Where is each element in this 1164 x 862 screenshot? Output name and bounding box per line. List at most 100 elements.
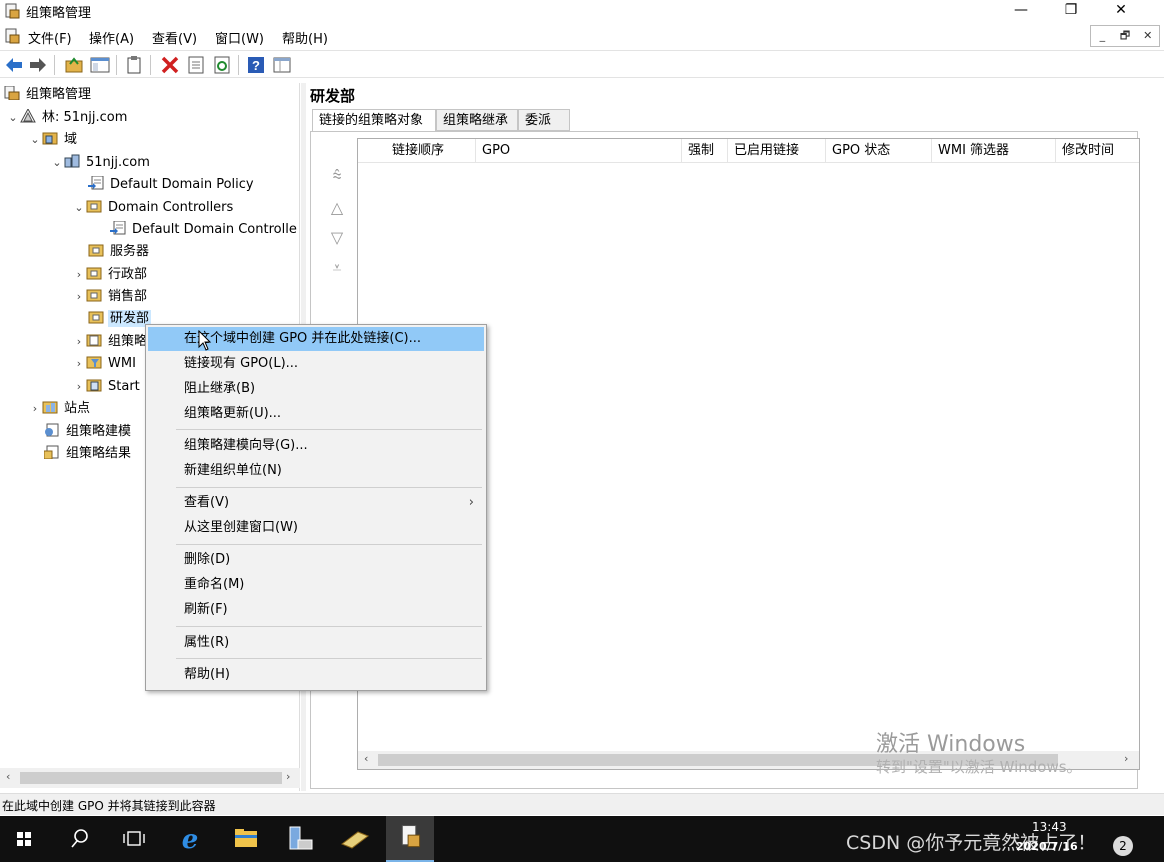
- collapsed-chevron-icon[interactable]: ›: [72, 264, 86, 286]
- gpmc-taskbar-icon[interactable]: [386, 816, 434, 862]
- system-menu-icon[interactable]: [4, 28, 20, 44]
- menu-gp-update[interactable]: 组策略更新(U)...: [148, 402, 484, 426]
- menu-separator: [176, 658, 482, 659]
- menu-new-window-from-here[interactable]: 从这里创建窗口(W): [148, 516, 484, 540]
- expanded-chevron-icon[interactable]: ⌄: [28, 129, 42, 151]
- collapsed-chevron-icon[interactable]: ›: [72, 376, 86, 398]
- menu-file[interactable]: 文件(F): [28, 28, 72, 47]
- menu-new-ou[interactable]: 新建组织单位(N): [148, 459, 484, 483]
- forward-arrow-icon[interactable]: [28, 55, 48, 75]
- tab-gp-inheritance[interactable]: 组策略继承: [436, 109, 518, 131]
- menu-modeling-wizard[interactable]: 组策略建模向导(G)...: [148, 434, 484, 458]
- menu-view[interactable]: 查看(V): [152, 28, 197, 47]
- tree-item-domain[interactable]: ⌄ 51njj.com: [50, 152, 152, 174]
- tree-item-default-dc-policy[interactable]: Default Domain Controlle: [110, 219, 299, 241]
- tree-item-rd-dept[interactable]: 研发部: [88, 308, 152, 330]
- menu-window[interactable]: 窗口(W): [215, 28, 264, 47]
- tree-item-servers[interactable]: 服务器: [88, 241, 151, 263]
- mdi-restore-button[interactable]: 🗗: [1114, 26, 1137, 46]
- scroll-thumb[interactable]: [20, 772, 282, 784]
- scroll-right-icon[interactable]: ›: [286, 770, 290, 783]
- menu-delete[interactable]: 删除(D): [148, 548, 484, 572]
- tree-item-admin-dept[interactable]: › 行政部: [72, 264, 149, 286]
- tab-linked-gpos[interactable]: 链接的组策略对象: [312, 109, 436, 132]
- collapsed-chevron-icon[interactable]: ›: [72, 331, 86, 353]
- internet-explorer-icon[interactable]: e: [166, 816, 214, 862]
- tab-delegation[interactable]: 委派: [518, 109, 570, 131]
- delete-icon[interactable]: [160, 55, 180, 75]
- clock-time[interactable]: 13:43: [1032, 820, 1067, 834]
- search-icon[interactable]: [56, 816, 104, 862]
- tree-item-starter-gpos[interactable]: › Start: [72, 376, 142, 398]
- properties-icon[interactable]: [186, 55, 206, 75]
- expanded-chevron-icon[interactable]: ⌄: [72, 197, 86, 219]
- collapsed-chevron-icon[interactable]: ›: [72, 353, 86, 375]
- tree-item-modeling[interactable]: 组策略建模: [44, 421, 133, 443]
- start-windows-icon[interactable]: [0, 816, 48, 862]
- tree-item-default-domain-policy[interactable]: Default Domain Policy: [88, 174, 256, 196]
- col-wmi-filter[interactable]: WMI 筛选器: [932, 139, 1056, 163]
- notification-badge[interactable]: 2: [1113, 836, 1133, 856]
- menu-block-inheritance[interactable]: 阻止继承(B): [148, 377, 484, 401]
- mdi-minimize-button[interactable]: _: [1091, 26, 1114, 46]
- menu-refresh[interactable]: 刷新(F): [148, 598, 484, 622]
- expanded-chevron-icon[interactable]: ⌄: [6, 107, 20, 129]
- export-list-icon[interactable]: [272, 55, 292, 75]
- menu-properties[interactable]: 属性(R): [148, 631, 484, 655]
- close-button[interactable]: ✕: [1098, 0, 1144, 22]
- col-gpo[interactable]: GPO: [476, 139, 682, 163]
- tree-item-domain-controllers[interactable]: ⌄ Domain Controllers: [72, 197, 235, 219]
- col-link-order[interactable]: 链接顺序: [358, 139, 476, 163]
- show-hide-tree-icon[interactable]: [90, 55, 110, 75]
- menu-help[interactable]: 帮助(H): [282, 28, 328, 47]
- mdi-close-button[interactable]: ✕: [1136, 26, 1159, 46]
- maximize-button[interactable]: ❐: [1048, 0, 1094, 22]
- server-manager-icon[interactable]: [276, 816, 324, 862]
- tree-item-wmi-filters[interactable]: › WMI: [72, 353, 138, 375]
- activation-watermark-title: 激活 Windows: [876, 732, 1026, 757]
- col-gpo-status[interactable]: GPO 状态: [826, 139, 932, 163]
- ad-tools-icon[interactable]: [330, 816, 378, 862]
- tree-item-forest[interactable]: ⌄ 林: 51njj.com: [6, 107, 129, 129]
- status-text: 在此域中创建 GPO 并将其链接到此容器: [2, 799, 216, 813]
- forest-icon: [20, 109, 36, 123]
- tree-item-results[interactable]: 组策略结果: [44, 443, 133, 465]
- up-folder-icon[interactable]: [64, 55, 84, 75]
- clock-date[interactable]: 2020/7/16: [1016, 840, 1078, 853]
- move-bottom-icon[interactable]: ⩡: [325, 258, 349, 278]
- tree-horizontal-scrollbar[interactable]: ‹ ›: [0, 768, 300, 788]
- col-modified[interactable]: 修改时间: [1056, 139, 1140, 163]
- clipboard-icon[interactable]: [124, 55, 144, 75]
- tree-item-gp-objects[interactable]: › 组策略: [72, 331, 149, 353]
- menu-help[interactable]: 帮助(H): [148, 663, 484, 687]
- collapsed-chevron-icon[interactable]: ›: [28, 398, 42, 420]
- move-down-icon[interactable]: ▽: [325, 228, 349, 247]
- tree-label: 林: 51njj.com: [42, 110, 128, 125]
- menu-action[interactable]: 操作(A): [89, 28, 134, 47]
- task-view-icon[interactable]: [110, 816, 158, 862]
- menu-rename[interactable]: 重命名(M): [148, 573, 484, 597]
- gp-modeling-icon: [45, 423, 59, 437]
- menu-link-existing-gpo[interactable]: 链接现有 GPO(L)...: [148, 352, 484, 376]
- minimize-button[interactable]: —: [998, 0, 1044, 22]
- tree-item-sales-dept[interactable]: › 销售部: [72, 286, 149, 308]
- scroll-left-icon[interactable]: ‹: [6, 770, 10, 783]
- refresh-icon[interactable]: [212, 55, 232, 75]
- col-enforced[interactable]: 强制: [682, 139, 728, 163]
- tree-item-root[interactable]: 组策略管理: [4, 84, 93, 106]
- expanded-chevron-icon[interactable]: ⌄: [50, 152, 64, 174]
- tree-item-sites[interactable]: › 站点: [28, 398, 92, 420]
- move-top-icon[interactable]: ⩯: [325, 166, 349, 186]
- scroll-left-icon[interactable]: ‹: [364, 752, 368, 765]
- move-up-icon[interactable]: △: [325, 198, 349, 217]
- svg-text:e: e: [182, 825, 199, 855]
- menu-view[interactable]: 查看(V) ›: [148, 491, 484, 515]
- collapsed-chevron-icon[interactable]: ›: [72, 286, 86, 308]
- file-explorer-icon[interactable]: [222, 816, 270, 862]
- help-icon[interactable]: ?: [246, 55, 266, 75]
- tree-item-domains[interactable]: ⌄ 域: [28, 129, 79, 151]
- menu-separator: [176, 626, 482, 627]
- scroll-right-icon[interactable]: ›: [1124, 752, 1128, 765]
- back-arrow-icon[interactable]: [4, 55, 24, 75]
- col-link-enabled[interactable]: 已启用链接: [728, 139, 826, 163]
